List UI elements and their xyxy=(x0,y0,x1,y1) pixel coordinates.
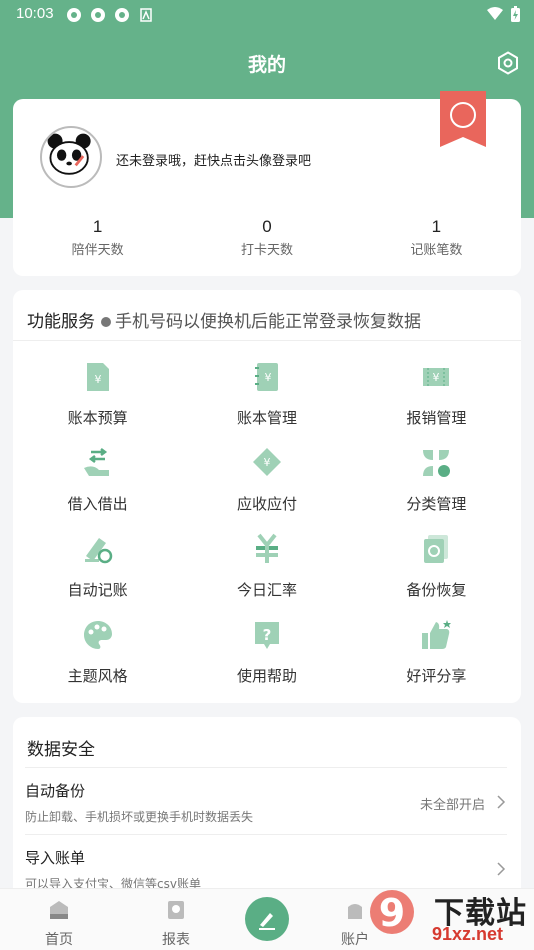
auto-backup-row[interactable]: 自动备份 防止卸载、手机损坏或更换手机时数据丢失 未全部开启 xyxy=(25,768,507,834)
tab-label: 首页 xyxy=(45,932,73,948)
service-label: 账本管理 xyxy=(236,409,297,427)
add-record-button[interactable] xyxy=(245,897,289,941)
login-tip[interactable]: 还未登录哦，赶快点击头像登录吧 xyxy=(116,150,311,169)
profile-card: 还未登录哦，赶快点击头像登录吧 1 陪伴天数 0 打卡天数 1 记账笔数 xyxy=(13,91,521,276)
row-subtitle: 防止卸载、手机损坏或更换手机时数据丢失 xyxy=(25,810,254,824)
tab-report[interactable]: 报表 xyxy=(146,899,206,949)
service-theme[interactable]: 主题风格 xyxy=(13,606,182,692)
service-receivable[interactable]: ¥ 应收应付 xyxy=(182,434,351,520)
chevron-right-icon xyxy=(497,862,506,876)
sign-in-ribbon[interactable] xyxy=(440,91,486,147)
row-status: 未全部开启 xyxy=(419,798,485,813)
chevron-right-icon xyxy=(497,795,506,809)
category-icon xyxy=(423,450,451,477)
stat-value: 0 xyxy=(262,217,272,236)
row-title: 导入账单 xyxy=(25,849,86,867)
svg-text:?: ? xyxy=(263,626,272,644)
ledger-book-icon: ¥ xyxy=(254,363,278,391)
service-label: 报销管理 xyxy=(406,409,467,427)
services-header: 功能服务 手机号码以便换机后能正常登录恢复数据 xyxy=(27,307,507,331)
service-borrow-lend[interactable]: 借入借出 xyxy=(13,434,182,520)
svg-text:¥: ¥ xyxy=(263,456,270,469)
service-label: 自动记账 xyxy=(67,581,128,599)
reimburse-icon: ¥ xyxy=(423,368,450,386)
stat-label: 陪伴天数 xyxy=(71,243,124,258)
app-notification-icon xyxy=(114,7,130,23)
service-label: 应收应付 xyxy=(236,495,297,513)
page-title: 我的 xyxy=(247,54,286,76)
backup-restore-icon xyxy=(424,535,449,563)
svg-text:¥: ¥ xyxy=(264,371,271,384)
status-bar: 10:03 xyxy=(0,0,534,28)
budget-doc-icon: ¥ xyxy=(86,363,109,391)
panda-avatar-icon xyxy=(47,133,91,175)
watermark-logo-icon: 9 xyxy=(370,890,414,935)
battery-icon xyxy=(511,6,520,22)
services-title: 功能服务 xyxy=(27,312,95,331)
service-auto-record[interactable]: 自动记账 xyxy=(13,520,182,606)
services-card: 功能服务 手机号码以便换机后能正常登录恢复数据 ¥ 账本预算 ¥ 账本管理 ¥ 报… xyxy=(13,290,521,703)
home-icon xyxy=(50,901,68,919)
stat-record-count: 1 记账笔数 xyxy=(352,217,521,258)
row-title: 自动备份 xyxy=(25,782,86,800)
app-notification-icon xyxy=(66,7,82,23)
service-label: 借入借出 xyxy=(67,495,128,513)
palette-icon xyxy=(83,621,112,649)
security-title: 数据安全 xyxy=(27,740,95,760)
dot-separator xyxy=(101,316,111,327)
service-exchange-rate[interactable]: 今日汇率 xyxy=(182,520,351,606)
stat-label: 记账笔数 xyxy=(410,243,463,258)
stat-value: 1 xyxy=(92,217,103,236)
thumbs-up-icon xyxy=(422,620,452,649)
stats-row: 1 陪伴天数 0 打卡天数 1 记账笔数 xyxy=(13,217,521,258)
exchange-rate-icon xyxy=(255,533,278,563)
services-grid: ¥ 账本预算 ¥ 账本管理 ¥ 报销管理 借入借出 ¥ 应收应付 分类管理 自动… xyxy=(13,348,521,692)
gear-icon xyxy=(498,51,518,75)
stat-companion-days: 1 陪伴天数 xyxy=(13,217,182,258)
help-icon: ? xyxy=(254,622,279,649)
settings-button[interactable] xyxy=(496,51,520,75)
service-label: 分类管理 xyxy=(406,495,467,513)
app-notification-icon xyxy=(138,7,154,23)
stat-checkin-days: 0 打卡天数 xyxy=(182,217,351,258)
auto-record-icon xyxy=(84,538,112,564)
service-label: 使用帮助 xyxy=(236,667,297,685)
app-notification-icon xyxy=(90,7,106,23)
service-budget[interactable]: ¥ 账本预算 xyxy=(13,348,182,434)
watermark-url: 91xz.net xyxy=(432,924,504,944)
service-label: 今日汇率 xyxy=(236,581,297,599)
svg-text:9: 9 xyxy=(379,891,405,935)
divider xyxy=(13,340,521,341)
stat-value: 1 xyxy=(431,217,442,236)
service-label: 主题风格 xyxy=(67,667,128,685)
svg-text:¥: ¥ xyxy=(94,373,101,386)
tab-label: 报表 xyxy=(162,932,190,948)
borrow-lend-icon xyxy=(83,448,109,476)
receivable-icon: ¥ xyxy=(252,448,281,476)
tab-home[interactable]: 首页 xyxy=(29,899,89,949)
stat-label: 打卡天数 xyxy=(240,243,293,258)
service-backup[interactable]: 备份恢复 xyxy=(352,520,521,606)
notification-icons xyxy=(66,7,154,23)
status-indicators xyxy=(487,6,520,22)
site-watermark: 9 下载站 91xz.net xyxy=(362,888,534,950)
service-label: 备份恢复 xyxy=(406,581,467,599)
pen-icon xyxy=(259,913,275,930)
avatar[interactable] xyxy=(40,126,102,188)
service-reimburse[interactable]: ¥ 报销管理 xyxy=(352,348,521,434)
svg-text:¥: ¥ xyxy=(433,371,440,384)
service-label: 账本预算 xyxy=(67,409,128,427)
status-time: 10:03 xyxy=(16,5,54,22)
service-ledger[interactable]: ¥ 账本管理 xyxy=(182,348,351,434)
service-share[interactable]: 好评分享 xyxy=(352,606,521,692)
service-help[interactable]: ? 使用帮助 xyxy=(182,606,351,692)
service-category[interactable]: 分类管理 xyxy=(352,434,521,520)
service-label: 好评分享 xyxy=(406,667,467,685)
sign-in-ribbon-icon xyxy=(440,91,486,147)
wifi-icon xyxy=(487,7,503,20)
marquee-notice[interactable]: 手机号码以便换机后能正常登录恢复数据 xyxy=(115,307,421,331)
report-icon xyxy=(168,901,184,919)
